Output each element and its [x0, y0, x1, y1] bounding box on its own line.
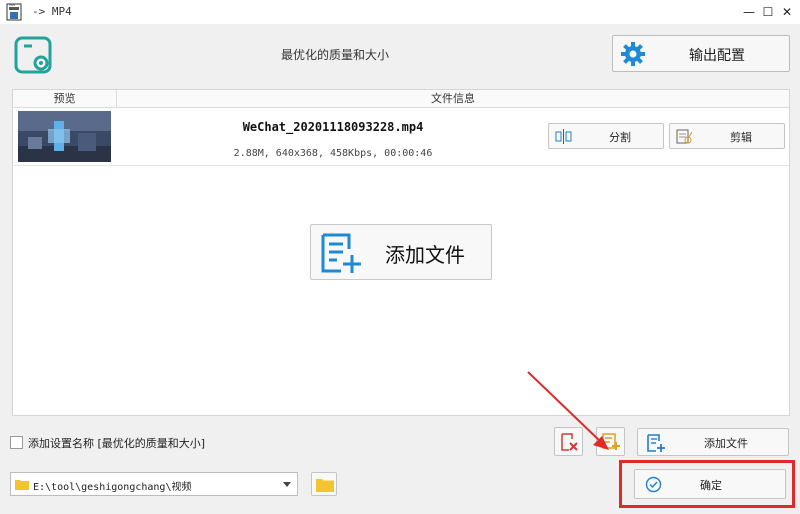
annotation-arrow	[527, 371, 609, 450]
